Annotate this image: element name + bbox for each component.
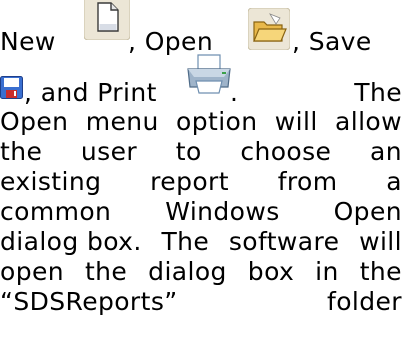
- open-folder-icon: [248, 8, 290, 50]
- save-floppy-icon: [0, 76, 23, 99]
- word: “SDSReports”: [0, 287, 178, 316]
- word-save: , Save: [292, 27, 372, 56]
- word-new: New: [0, 27, 56, 56]
- word: folder: [327, 287, 402, 316]
- new-document-icon: [84, 0, 130, 40]
- print-printer-icon: [187, 54, 231, 94]
- paragraph-line-9: “SDSReports” folder: [0, 284, 402, 320]
